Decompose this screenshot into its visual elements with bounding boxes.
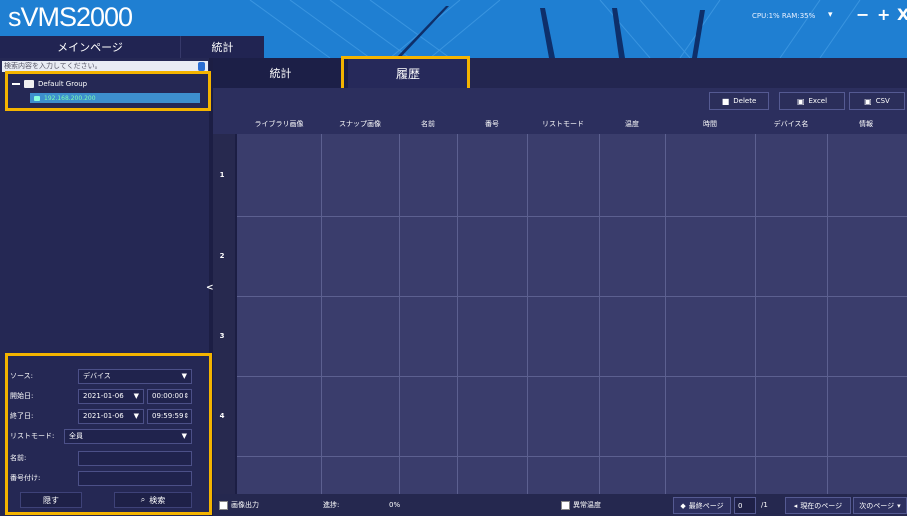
grid-line: [237, 376, 907, 377]
last-page-button[interactable]: ◆ 最終ページ: [673, 497, 731, 514]
image-output-checkbox[interactable]: [219, 500, 228, 510]
grid-line: [399, 134, 400, 494]
table-row[interactable]: 3: [213, 296, 237, 376]
grid-line: [457, 134, 458, 494]
row-number: 1: [219, 171, 225, 179]
app-header: sVMS2000 メインページ 統計 CPU:1% RAM:35% ▾ − + …: [0, 0, 907, 58]
progress-value: 0%: [389, 501, 401, 509]
last-page-label: 最終ページ: [688, 501, 724, 510]
column-header[interactable]: 番号: [457, 114, 527, 134]
grid-line: [237, 456, 907, 457]
app-title: sVMS2000: [8, 2, 133, 32]
column-header[interactable]: ライブラリ画像: [237, 114, 321, 134]
csv-button-label: CSV: [875, 97, 890, 105]
grid-line: [527, 134, 528, 494]
excel-button[interactable]: ▣ Excel: [779, 92, 845, 110]
column-header[interactable]: スナップ画像: [321, 114, 399, 134]
close-icon[interactable]: X: [897, 5, 907, 24]
grid-line: [237, 296, 907, 297]
arrow-icon: ◂: [793, 501, 798, 510]
grid-line: [665, 134, 666, 494]
status-bar: 画像出力 進捗: 0% 異常温度 ◆ 最終ページ 0 /1 ◂ 現在のページ 次…: [213, 494, 907, 516]
table-row[interactable]: 4: [213, 376, 237, 456]
add-icon[interactable]: +: [877, 5, 890, 24]
trash-icon: ■: [721, 96, 730, 106]
export-icon: ▣: [864, 96, 872, 106]
search-icon[interactable]: [198, 62, 205, 71]
column-header[interactable]: 時間: [665, 114, 755, 134]
next-page-button[interactable]: 次のページ ▾: [853, 497, 907, 514]
results-table: 1 2 3 4: [213, 134, 907, 494]
grid-line: [827, 134, 828, 494]
column-header[interactable]: リストモード: [527, 114, 599, 134]
progress-label: 進捗:: [323, 501, 340, 509]
column-header[interactable]: 温度: [599, 114, 665, 134]
nav-tab-statistics[interactable]: 統計: [180, 36, 264, 58]
page-total: /1: [761, 501, 768, 509]
image-output-label: 画像出力: [231, 501, 259, 509]
abnormal-temp-checkbox[interactable]: [561, 500, 570, 510]
table-header: ライブラリ画像 スナップ画像 名前 番号 リストモード 温度 時間 デバイス名 …: [213, 114, 907, 134]
export-icon: ▣: [796, 96, 805, 106]
chevron-down-icon: ▾: [897, 501, 901, 510]
table-row: [213, 456, 237, 494]
tab-statistics[interactable]: 統計: [213, 58, 348, 88]
system-usage-text: CPU:1% RAM:35%: [752, 12, 816, 20]
highlight-box-form: [5, 353, 212, 515]
arrow-icon: ◆: [680, 501, 686, 510]
grid-line: [755, 134, 756, 494]
csv-button[interactable]: ▣ CSV: [849, 92, 905, 110]
grid-line: [321, 134, 322, 494]
delete-button[interactable]: ■ Delete: [709, 92, 769, 110]
table-row[interactable]: 2: [213, 216, 237, 296]
excel-button-label: Excel: [808, 97, 828, 105]
table-row[interactable]: 1: [213, 134, 237, 216]
next-page-label: 次のページ: [859, 501, 895, 510]
current-page-button[interactable]: ◂ 現在のページ: [785, 497, 851, 514]
content-tabs: 統計 履歴: [213, 58, 907, 88]
grid-line: [237, 216, 907, 217]
image-output-toggle[interactable]: 画像出力: [219, 499, 259, 511]
abnormal-temp-label: 異常温度: [573, 501, 601, 509]
column-header[interactable]: 名前: [399, 114, 457, 134]
minimize-icon[interactable]: −: [856, 5, 869, 24]
chevron-down-icon[interactable]: ▾: [828, 10, 833, 20]
grid-line: [599, 134, 600, 494]
row-number: 4: [219, 412, 225, 420]
column-header[interactable]: デバイス名: [755, 114, 827, 134]
current-page-label: 現在のページ: [800, 501, 843, 510]
row-number: 3: [219, 332, 225, 340]
row-number: 2: [219, 252, 225, 260]
delete-button-label: Delete: [733, 97, 757, 105]
highlight-box-tree: [5, 71, 211, 111]
toolbar: ■ Delete ▣ Excel ▣ CSV: [213, 88, 907, 114]
column-header[interactable]: 情報: [827, 114, 905, 134]
nav-tab-main-page[interactable]: メインページ: [0, 36, 180, 58]
abnormal-temp-toggle[interactable]: 異常温度: [561, 499, 601, 511]
page-number-input[interactable]: 0: [734, 497, 756, 514]
